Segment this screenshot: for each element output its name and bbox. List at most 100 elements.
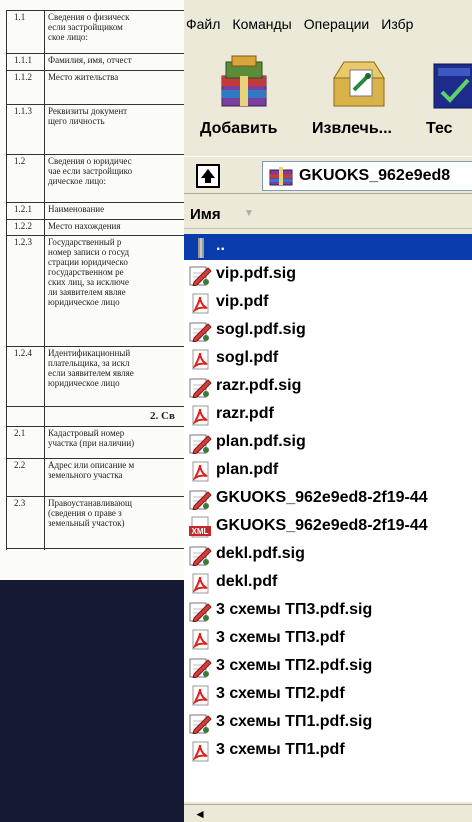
file-row[interactable]: vip.pdf.sig <box>184 262 472 288</box>
file-row[interactable]: 3 схемы ТП1.pdf.sig <box>184 710 472 736</box>
folder-up-icon <box>198 238 204 258</box>
file-row[interactable]: sogl.pdf <box>184 346 472 372</box>
row-number: 1.1.1 <box>14 55 32 65</box>
pdf-file-icon <box>192 685 209 706</box>
menu-commands[interactable]: Команды <box>226 16 297 32</box>
file-row[interactable]: dekl.pdf <box>184 570 472 596</box>
file-row[interactable]: vip.pdf <box>184 290 472 316</box>
pdf-file-icon <box>192 629 209 650</box>
row-text: Идентификационный <box>48 348 131 358</box>
file-row[interactable]: 3 схемы ТП3.pdf <box>184 626 472 652</box>
file-row[interactable]: sogl.pdf.sig <box>184 318 472 344</box>
row-text: дическое лицо: <box>48 176 107 186</box>
row-text: ское лицо: <box>48 32 88 42</box>
file-name: sogl.pdf.sig <box>216 321 306 338</box>
table-rule <box>6 219 200 220</box>
row-text: Наименование <box>48 204 105 214</box>
file-row[interactable]: 3 схемы ТП3.pdf.sig <box>184 598 472 624</box>
test-button[interactable]: Тес <box>416 46 472 148</box>
row-text: земельного участка <box>48 470 123 480</box>
file-name: GKUOKS_962e9ed8-2f19-44 <box>216 489 428 506</box>
row-text: Правоустанавливающ <box>48 498 132 508</box>
file-row[interactable]: plan.pdf.sig <box>184 430 472 456</box>
signature-file-icon <box>189 546 212 566</box>
row-number: 2.1 <box>14 428 26 438</box>
table-column-rule <box>44 10 45 550</box>
file-row[interactable]: plan.pdf <box>184 458 472 484</box>
row-text: (сведения о праве з <box>48 508 122 518</box>
pdf-file-icon <box>192 461 209 482</box>
row-text: если заявителем являе <box>48 368 134 378</box>
signature-file-icon <box>189 434 212 454</box>
path-field[interactable]: GKUOKS_962e9ed8 <box>262 161 472 191</box>
file-list-header: Имя ▼ <box>184 200 472 229</box>
extract-button[interactable]: Извлечь... <box>302 46 402 148</box>
desktop-background <box>0 580 184 822</box>
file-name: .. <box>216 237 225 254</box>
row-text: Сведения о физическ <box>48 12 130 22</box>
xml-file-icon: XML <box>189 516 211 538</box>
scroll-left-icon[interactable]: ◄ <box>194 807 206 821</box>
row-number: 1.2 <box>14 156 26 166</box>
table-rule <box>6 70 200 71</box>
row-text: страции юридическо <box>48 257 128 267</box>
file-name: 3 схемы ТП1.pdf.sig <box>216 713 373 730</box>
file-row[interactable]: XML GKUOKS_962e9ed8-2f19-44 <box>184 514 472 540</box>
horizontal-scrollbar[interactable]: ◄ <box>184 804 472 822</box>
row-number: 1.2.4 <box>14 348 32 358</box>
up-folder-button[interactable] <box>196 164 220 188</box>
row-number: 1.1.3 <box>14 106 32 116</box>
file-name: 3 схемы ТП3.pdf <box>216 629 345 646</box>
add-archive-icon <box>221 55 267 107</box>
file-row[interactable]: 3 схемы ТП2.pdf.sig <box>184 654 472 680</box>
column-name-header[interactable]: Имя <box>190 206 221 223</box>
toolbar: Добавить Извлечь... Тес <box>184 46 472 148</box>
menu-file[interactable]: Файл <box>184 16 226 32</box>
menu-operations[interactable]: Операции <box>298 16 376 32</box>
file-name: dekl.pdf.sig <box>216 545 305 562</box>
file-name: razr.pdf.sig <box>216 377 302 394</box>
row-text: ских лиц, за исключе <box>48 277 129 287</box>
row-text: государственном ре <box>48 267 124 277</box>
pdf-file-icon <box>192 349 209 370</box>
test-label: Тес <box>426 120 453 137</box>
arrow-up-icon <box>201 169 215 183</box>
pdf-file-icon <box>192 741 209 762</box>
file-row[interactable]: GKUOKS_962e9ed8-2f19-44 <box>184 486 472 512</box>
table-rule <box>6 406 200 407</box>
row-text: Кадастровый номер <box>48 428 125 438</box>
test-icon <box>433 63 472 109</box>
file-name: plan.pdf.sig <box>216 433 306 450</box>
table-rule <box>6 346 200 347</box>
parent-folder-row[interactable]: .. <box>184 234 472 260</box>
row-number: 2.2 <box>14 460 26 470</box>
file-name: sogl.pdf <box>216 349 279 366</box>
path-text: GKUOKS_962e9ed8 <box>299 167 451 184</box>
extract-icon <box>333 61 385 107</box>
table-rule <box>6 104 200 105</box>
file-row[interactable]: dekl.pdf.sig <box>184 542 472 568</box>
file-name: razr.pdf <box>216 405 274 422</box>
file-name: plan.pdf <box>216 461 279 478</box>
row-text: номер записи о госуд <box>48 247 130 257</box>
file-row[interactable]: razr.pdf <box>184 402 472 428</box>
row-number: 1.2.2 <box>14 221 32 231</box>
add-button[interactable]: Добавить <box>190 46 290 148</box>
file-row[interactable]: 3 схемы ТП1.pdf <box>184 738 472 764</box>
signature-file-icon <box>189 658 212 678</box>
table-rule <box>6 154 200 155</box>
menu-favorites[interactable]: Избр <box>375 16 419 32</box>
row-number: 1.2.1 <box>14 204 32 214</box>
row-text: щего личность <box>48 116 105 126</box>
scanned-document: 1.1 Сведения о физическ если застройщиком с… <box>0 0 200 580</box>
file-row[interactable]: razr.pdf.sig <box>184 374 472 400</box>
menu-bar: Файл Команды Операции Избр <box>184 8 472 40</box>
row-text: участка (при наличии) <box>48 438 135 448</box>
signature-file-icon <box>189 322 212 342</box>
table-rule <box>6 496 200 497</box>
add-label: Добавить <box>200 120 278 137</box>
file-row[interactable]: 3 схемы ТП2.pdf <box>184 682 472 708</box>
row-number: 1.1.2 <box>14 72 32 82</box>
pdf-file-icon <box>192 293 209 314</box>
pdf-file-icon <box>192 573 209 594</box>
